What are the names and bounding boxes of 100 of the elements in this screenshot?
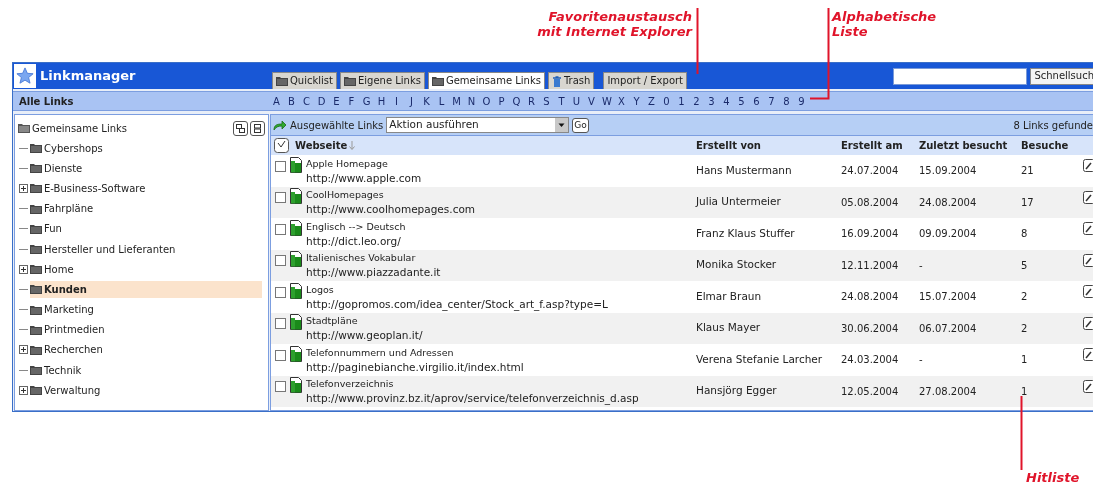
- letter-link[interactable]: G: [362, 93, 371, 109]
- letter-link[interactable]: O: [482, 93, 491, 109]
- checkbox[interactable]: [275, 349, 286, 361]
- edit-icon[interactable]: [1083, 316, 1093, 330]
- tab[interactable]: Import / Export: [603, 72, 688, 89]
- letter-link[interactable]: Q: [512, 93, 521, 109]
- letter-link[interactable]: 4: [722, 93, 731, 109]
- letter-link[interactable]: T: [557, 93, 566, 109]
- table-row[interactable]: Stadtpläne http://www.geoplan.it/ Klaus Mayer 30.06.2004 06.07.2004 2: [271, 312, 1093, 344]
- tree-item[interactable]: Kunden: [30, 280, 262, 298]
- letter-link[interactable]: 5: [737, 93, 746, 109]
- letter-link[interactable]: 8: [782, 93, 791, 109]
- letter-link[interactable]: B: [287, 93, 296, 109]
- tree-item[interactable]: Fun: [30, 220, 66, 238]
- collapse-all-icon[interactable]: [233, 120, 248, 136]
- link-url[interactable]: http://www.coolhomepages.com: [306, 202, 476, 217]
- search-field[interactable]: [893, 67, 1028, 85]
- table-row[interactable]: Telefonverzeichnis http://www.provinz.bz.it/aprov/service/telefonverzeichnis_d.asp Hansjörg Egger 12.05.2004 27.08.2004 1: [271, 375, 1093, 407]
- link-title[interactable]: Stadtpläne: [306, 314, 423, 329]
- letter-link[interactable]: W: [602, 93, 611, 109]
- tab[interactable]: Trash: [547, 72, 595, 89]
- letter-link[interactable]: A: [272, 93, 281, 109]
- link-url[interactable]: http://dict.leo.org/: [306, 233, 406, 248]
- checkbox[interactable]: [275, 160, 286, 172]
- expand-icon[interactable]: [19, 183, 28, 193]
- tree-item[interactable]: Hersteller und Lieferanten: [30, 240, 180, 258]
- tab[interactable]: Gemeinsame Links: [427, 72, 545, 89]
- expand-icon[interactable]: [19, 345, 28, 355]
- letter-link[interactable]: K: [422, 93, 431, 109]
- tree-item[interactable]: Recherchen: [30, 341, 107, 359]
- letter-link[interactable]: H: [377, 93, 386, 109]
- select-all-icon[interactable]: [274, 138, 289, 153]
- link-url[interactable]: http://www.piazzadante.it: [306, 265, 441, 280]
- tab[interactable]: Eigene Links: [339, 72, 425, 89]
- tree-item[interactable]: Fahrpläne: [30, 200, 98, 218]
- quick-search-button[interactable]: Schnellsuch: [1030, 67, 1093, 85]
- letter-link[interactable]: 3: [707, 93, 716, 109]
- letter-link[interactable]: S: [542, 93, 551, 109]
- tree-item[interactable]: Marketing: [30, 301, 98, 319]
- letter-link[interactable]: D: [317, 93, 326, 109]
- letter-link[interactable]: M: [452, 93, 461, 109]
- letter-link[interactable]: P: [497, 93, 506, 109]
- letter-link[interactable]: I: [392, 93, 401, 109]
- edit-icon[interactable]: [1083, 285, 1093, 298]
- letter-link[interactable]: 1: [677, 93, 686, 109]
- letter-link[interactable]: E: [332, 93, 341, 109]
- link-url[interactable]: http://paginebianche.virgilio.it/index.html: [306, 359, 524, 374]
- edit-icon[interactable]: [1083, 222, 1093, 235]
- checkbox[interactable]: [275, 192, 286, 204]
- table-row[interactable]: CoolHomepages http://www.coolhomepages.com Julia Untermeier 05.08.2004 24.08.2004 17: [271, 186, 1093, 218]
- expand-icon[interactable]: [19, 264, 28, 274]
- tree-item[interactable]: Dienste: [30, 159, 87, 177]
- link-title[interactable]: Logos: [306, 282, 608, 297]
- link-url[interactable]: http://www.apple.com: [306, 170, 422, 185]
- column-header[interactable]: Erstellt von: [696, 138, 841, 153]
- tree-item[interactable]: Verwaltung: [30, 381, 105, 399]
- letter-link[interactable]: C: [302, 93, 311, 109]
- letter-link[interactable]: Y: [632, 93, 641, 109]
- checkbox[interactable]: [275, 318, 286, 330]
- column-header[interactable]: Webseite: [295, 138, 348, 153]
- checkbox[interactable]: [275, 381, 286, 393]
- tree-item[interactable]: E-Business-Software: [30, 179, 150, 197]
- letter-link[interactable]: N: [467, 93, 476, 109]
- letter-link[interactable]: X: [617, 93, 626, 109]
- link-url[interactable]: http://gopromos.com/idea_center/Stock_art_f.asp?type=L: [306, 296, 608, 311]
- edit-icon[interactable]: [1083, 379, 1093, 393]
- link-url[interactable]: http://www.provinz.bz.it/aprov/service/telefonverzeichnis_d.asp: [306, 391, 639, 406]
- checkbox[interactable]: [275, 286, 286, 298]
- link-title[interactable]: Telefonnummern und Adressen: [306, 345, 524, 360]
- letter-link[interactable]: V: [587, 93, 596, 109]
- letter-link[interactable]: 9: [797, 93, 806, 109]
- tree-item[interactable]: Cybershops: [30, 139, 107, 157]
- tree-item[interactable]: Home: [30, 260, 78, 278]
- link-title[interactable]: Telefonverzeichnis: [306, 377, 639, 392]
- checkbox[interactable]: [275, 255, 286, 267]
- link-title[interactable]: CoolHomepages: [306, 188, 476, 203]
- edit-icon[interactable]: [1083, 253, 1093, 267]
- letter-link[interactable]: U: [572, 93, 581, 109]
- edit-icon[interactable]: [1083, 159, 1093, 172]
- letter-link[interactable]: 6: [752, 93, 761, 109]
- letter-link[interactable]: 2: [692, 93, 701, 109]
- tree-root[interactable]: Gemeinsame Links: [32, 120, 127, 136]
- expand-all-icon[interactable]: [250, 120, 265, 136]
- expand-icon[interactable]: [19, 385, 28, 395]
- edit-icon[interactable]: [1083, 348, 1093, 361]
- tab[interactable]: Quicklist: [272, 72, 337, 89]
- link-title[interactable]: Englisch --> Deutsch: [306, 219, 406, 234]
- edit-icon[interactable]: [1083, 190, 1093, 204]
- letter-link[interactable]: Z: [647, 93, 656, 109]
- letter-link[interactable]: F: [347, 93, 356, 109]
- table-row[interactable]: Italienisches Vokabular http://www.piazzadante.it Monika Stocker 12.11.2004 - 5: [271, 249, 1093, 281]
- column-header[interactable]: Erstellt am: [841, 138, 919, 153]
- tree-item[interactable]: Technik: [30, 361, 86, 379]
- letter-link[interactable]: 7: [767, 93, 776, 109]
- column-header[interactable]: Zuletzt besucht: [919, 138, 1021, 153]
- letter-link[interactable]: L: [437, 93, 446, 109]
- letter-link[interactable]: R: [527, 93, 536, 109]
- tree-item[interactable]: Printmedien: [30, 321, 109, 339]
- go-button[interactable]: Go: [572, 117, 589, 133]
- link-title[interactable]: Italienisches Vokabular: [306, 251, 441, 266]
